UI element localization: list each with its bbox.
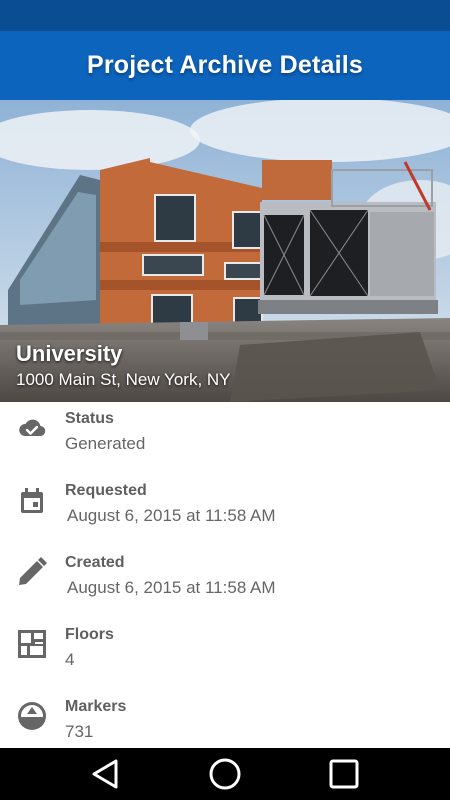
created-label: Created	[65, 554, 125, 571]
project-name: University	[16, 341, 123, 366]
home-icon[interactable]	[207, 756, 243, 792]
floors-label: Floors	[65, 626, 114, 643]
navigation-bar	[0, 748, 450, 800]
back-icon[interactable]	[88, 756, 124, 792]
page-title: Project Archive Details	[86, 51, 363, 79]
cloud-check-icon	[16, 412, 48, 444]
status-bar	[0, 0, 450, 31]
status-label: Status	[65, 410, 114, 427]
calendar-icon	[16, 484, 48, 516]
floor-plan-icon	[16, 628, 48, 660]
status-value: Generated	[65, 434, 146, 453]
detail-row-status: Status Generated	[0, 402, 450, 474]
markers-label: Markers	[65, 698, 127, 715]
created-value: August 6, 2015 at 11:58 AM	[67, 578, 276, 597]
project-photo: University 1000 Main St, New York, NY	[0, 100, 450, 402]
markers-value: 731	[65, 722, 94, 741]
requested-label: Requested	[65, 482, 147, 499]
detail-row-created: Created August 6, 2015 at 11:58 AM	[0, 546, 450, 618]
detail-row-floors: Floors 4	[0, 618, 450, 690]
marker-icon	[16, 700, 48, 732]
project-address: 1000 Main St, New York, NY	[16, 370, 231, 389]
pencil-icon	[16, 556, 48, 588]
app-bar: Project Archive Details	[0, 31, 450, 100]
requested-value: August 6, 2015 at 11:58 AM	[67, 506, 276, 525]
detail-row-requested: Requested August 6, 2015 at 11:58 AM	[0, 474, 450, 546]
recents-icon[interactable]	[326, 756, 362, 792]
floors-value: 4	[65, 650, 75, 669]
